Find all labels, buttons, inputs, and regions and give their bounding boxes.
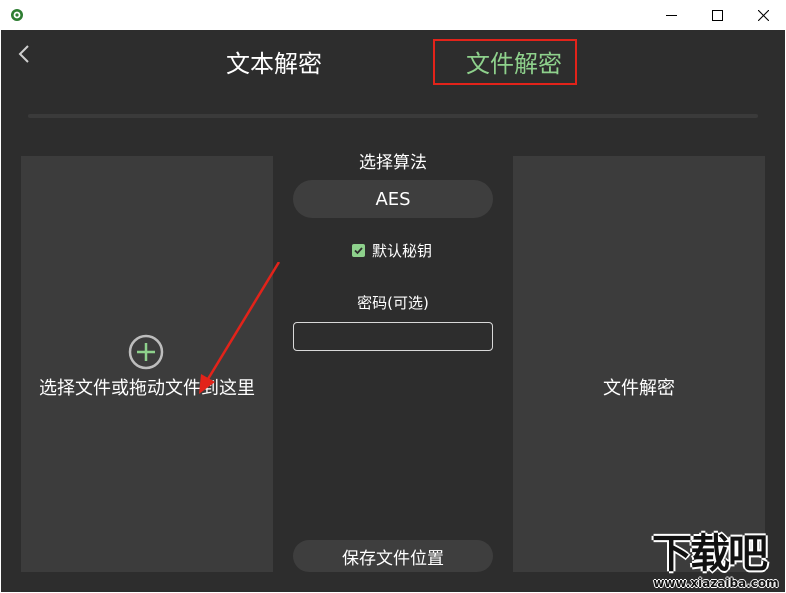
algorithm-label: 选择算法 (359, 153, 427, 173)
maximize-button[interactable] (694, 0, 740, 30)
minimize-button[interactable] (648, 0, 694, 30)
watermark-main: 下载吧 (652, 531, 768, 577)
password-label: 密码(可选) (357, 294, 429, 312)
default-key-checkbox[interactable]: 默认秘钥 (352, 240, 432, 260)
watermark-logo: 下载吧 www.xiazaiba.com (646, 534, 786, 593)
tab-text-decrypt[interactable]: 文本解密 (226, 52, 322, 76)
back-arrow-icon[interactable] (15, 42, 33, 66)
window-titlebar (0, 0, 786, 30)
checkmark-icon (354, 246, 363, 254)
default-key-label: 默认秘钥 (372, 241, 433, 260)
close-icon (757, 9, 769, 21)
app-window: 文本解密 文件解密 选择文件或拖动文件到这里 选择算法 AES 默认秘钥 密码(… (1, 30, 785, 592)
save-location-button[interactable]: 保存文件位置 (293, 540, 493, 572)
checkbox-checked-icon[interactable] (352, 243, 365, 257)
tab-file-decrypt[interactable]: 文件解密 (466, 52, 562, 76)
plus-circle-icon (128, 334, 164, 370)
decrypt-panel[interactable]: 文件解密 (513, 156, 765, 572)
watermark-url: www.xiazaiba.com (653, 576, 779, 590)
maximize-icon (711, 9, 723, 21)
algorithm-select[interactable]: AES (293, 180, 493, 218)
minimize-icon (665, 14, 677, 16)
app-eye-icon (11, 9, 23, 21)
red-arrow-annotation (199, 262, 281, 394)
password-input[interactable] (293, 322, 493, 351)
header-divider (28, 114, 758, 118)
decrypt-file-label: 文件解密 (603, 378, 675, 399)
close-button[interactable] (740, 0, 786, 30)
